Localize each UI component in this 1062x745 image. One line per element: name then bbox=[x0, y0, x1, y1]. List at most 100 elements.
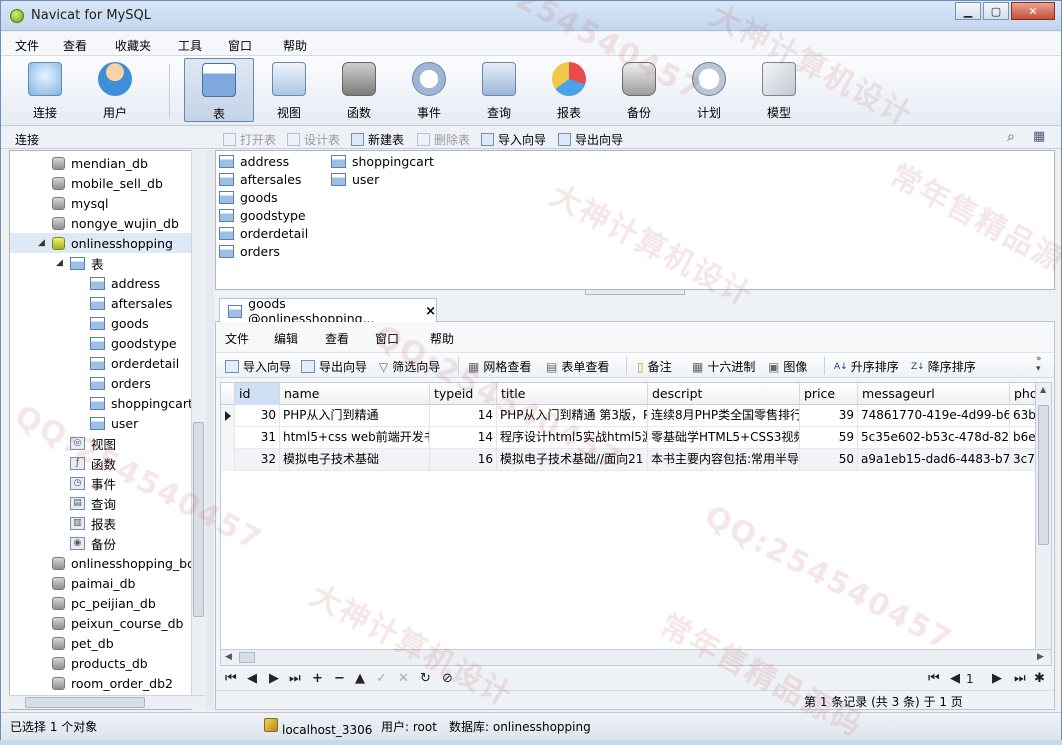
toolbar-report-button[interactable]: 报表 bbox=[534, 58, 604, 122]
previous-page-icon[interactable]: ◀ bbox=[950, 671, 960, 686]
tree-db-onlinesshopping-bo[interactable]: onlinesshopping_bo bbox=[52, 553, 195, 573]
object-table-aftersales[interactable]: aftersales bbox=[219, 172, 301, 187]
tree-reports-node[interactable]: ▥ 报表 bbox=[70, 513, 116, 533]
tree-backups-node[interactable]: ◉ 备份 bbox=[70, 533, 116, 553]
cell-id[interactable]: 30 bbox=[235, 405, 280, 427]
cell-name[interactable]: html5+css web前端开发书 bbox=[280, 427, 430, 449]
cell-name[interactable]: PHP从入门到精通 bbox=[280, 405, 430, 427]
object-table-user[interactable]: user bbox=[331, 172, 379, 187]
cell-price[interactable]: 50 bbox=[800, 449, 858, 471]
tree-horizontal-scrollbar[interactable] bbox=[9, 695, 205, 709]
inner-import-wizard-button[interactable]: 导入向导 bbox=[225, 358, 291, 375]
tree-db-products[interactable]: products_db bbox=[52, 653, 148, 673]
grid-view-icon[interactable]: ▦ bbox=[1033, 129, 1045, 144]
cell-messageurl[interactable]: 74861770-419e-4d99-b68 bbox=[858, 405, 1010, 427]
scroll-right-arrow-icon[interactable]: ▶ bbox=[1037, 652, 1044, 662]
cell-descript[interactable]: 零基础学HTML5+CSS3视频 bbox=[648, 427, 800, 449]
grid-horizontal-scrollbar[interactable]: ◀ ▶ bbox=[220, 650, 1052, 666]
table-row[interactable]: 31 html5+css web前端开发书 14 程序设计html5实战html… bbox=[221, 427, 1035, 449]
cell-title[interactable]: PHP从入门到精通 第3版，P bbox=[497, 405, 648, 427]
pane-splitter[interactable] bbox=[206, 150, 214, 710]
cell-pho[interactable]: 3c7c bbox=[1010, 449, 1035, 471]
filter-wizard-button[interactable]: ▽ 筛选向导 bbox=[379, 358, 440, 375]
import-wizard-button[interactable]: 导入向导 bbox=[481, 131, 546, 148]
cell-title[interactable]: 程序设计html5实战html5游 bbox=[497, 427, 648, 449]
table-row[interactable]: 30 PHP从入门到精通 14 PHP从入门到精通 第3版，P 连续8月PHP类… bbox=[221, 405, 1035, 427]
tree-db-pc-peijian[interactable]: pc_peijian_db bbox=[52, 593, 156, 613]
splitter-grip[interactable] bbox=[585, 290, 685, 295]
tab-goods[interactable]: goods @onlinesshopping... × bbox=[219, 296, 437, 326]
menu-window[interactable]: 窗口 bbox=[228, 37, 252, 54]
menu-view[interactable]: 查看 bbox=[63, 37, 87, 54]
stop-icon[interactable]: ⊘ bbox=[442, 671, 453, 686]
first-page-icon[interactable]: ⏮ bbox=[928, 671, 940, 686]
column-header-descript[interactable]: descript bbox=[648, 383, 800, 405]
previous-record-icon[interactable]: ◀ bbox=[247, 671, 257, 686]
scroll-left-arrow-icon[interactable]: ◀ bbox=[225, 652, 232, 662]
image-button[interactable]: ▣ 图像 bbox=[768, 358, 807, 375]
collapse-triangle-icon[interactable]: ◢ bbox=[38, 238, 48, 248]
move-up-icon[interactable]: ▲ bbox=[355, 671, 365, 686]
delete-table-button[interactable]: 删除表 bbox=[417, 131, 470, 148]
add-record-icon[interactable]: + bbox=[312, 671, 323, 686]
hex-button[interactable]: ▦ 十六进制 bbox=[692, 358, 755, 375]
sort-ascending-button[interactable]: A↓ 升序排序 bbox=[834, 358, 899, 375]
toolbar-function-button[interactable]: 函数 bbox=[324, 58, 394, 122]
tree-db-nongye-wujin[interactable]: nongye_wujin_db bbox=[52, 213, 179, 233]
cell-id[interactable]: 32 bbox=[235, 449, 280, 471]
search-icon[interactable]: ⌕ bbox=[1007, 129, 1015, 145]
cell-descript[interactable]: 本书主要内容包括:常用半导 bbox=[648, 449, 800, 471]
scrollbar-thumb[interactable] bbox=[193, 422, 204, 617]
page-settings-icon[interactable]: ✱ bbox=[1034, 671, 1045, 686]
toolbar-table-button[interactable]: 表 bbox=[184, 58, 254, 122]
tree-db-room-order2[interactable]: room_order_db2 bbox=[52, 673, 173, 693]
apply-changes-icon[interactable]: ✓ bbox=[376, 671, 387, 686]
column-header-pho[interactable]: pho bbox=[1010, 383, 1035, 405]
cell-descript[interactable]: 连续8月PHP类全国零售排行 bbox=[648, 405, 800, 427]
object-table-address[interactable]: address bbox=[219, 154, 289, 169]
menu-tools[interactable]: 工具 bbox=[178, 37, 202, 54]
toolbar-view-button[interactable]: 视图 bbox=[254, 58, 324, 122]
cell-typeid[interactable]: 14 bbox=[430, 427, 497, 449]
column-header-price[interactable]: price bbox=[800, 383, 858, 405]
toolbar-schedule-button[interactable]: 计划 bbox=[674, 58, 744, 122]
tree-tables-node[interactable]: ◢ 表 bbox=[56, 253, 104, 273]
column-header-typeid[interactable]: typeid bbox=[430, 383, 497, 405]
tree-db-pet[interactable]: pet_db bbox=[52, 633, 114, 653]
new-table-button[interactable]: 新建表 bbox=[351, 131, 404, 148]
inner-menu-file[interactable]: 文件 bbox=[225, 330, 249, 347]
page-number[interactable]: 1 bbox=[966, 672, 974, 686]
column-header-title[interactable]: title bbox=[497, 383, 648, 405]
inner-menu-view[interactable]: 查看 bbox=[325, 330, 349, 347]
tree-table-goods[interactable]: goods bbox=[90, 313, 149, 333]
toolbar-connection-button[interactable]: 连接 bbox=[10, 58, 80, 122]
tree-functions-node[interactable]: ƒ 函数 bbox=[70, 453, 116, 473]
tree-db-paimai[interactable]: paimai_db bbox=[52, 573, 136, 593]
cancel-changes-icon[interactable]: ✕ bbox=[398, 671, 409, 686]
close-button[interactable]: ✕ bbox=[1011, 2, 1055, 20]
cell-title[interactable]: 模拟电子技术基础//面向21 bbox=[497, 449, 648, 471]
table-row[interactable]: 32 模拟电子技术基础 16 模拟电子技术基础//面向21 本书主要内容包括:常… bbox=[221, 449, 1035, 471]
toolbar-query-button[interactable]: 查询 bbox=[464, 58, 534, 122]
last-record-icon[interactable]: ⏭ bbox=[289, 671, 301, 686]
menu-file[interactable]: 文件 bbox=[15, 37, 39, 54]
toolbar-event-button[interactable]: 事件 bbox=[394, 58, 464, 122]
tree-vertical-scrollbar[interactable] bbox=[191, 150, 205, 710]
inner-menu-edit[interactable]: 编辑 bbox=[274, 330, 298, 347]
cell-pho[interactable]: b6e bbox=[1010, 427, 1035, 449]
tree-table-shoppingcart[interactable]: shoppingcart bbox=[90, 393, 193, 413]
toolbar-model-button[interactable]: 模型 bbox=[744, 58, 814, 122]
object-table-shoppingcart[interactable]: shoppingcart bbox=[331, 154, 434, 169]
cell-price[interactable]: 39 bbox=[800, 405, 858, 427]
cell-messageurl[interactable]: a9a1eb15-dad6-4483-b7 bbox=[858, 449, 1010, 471]
tree-table-orders[interactable]: orders bbox=[90, 373, 151, 393]
cell-price[interactable]: 59 bbox=[800, 427, 858, 449]
tree-db-onlinesshopping[interactable]: ◢ onlinesshopping bbox=[10, 233, 192, 253]
object-table-goods[interactable]: goods bbox=[219, 190, 278, 205]
next-record-icon[interactable]: ▶ bbox=[269, 671, 279, 686]
delete-record-icon[interactable]: − bbox=[334, 671, 345, 686]
column-header-name[interactable]: name bbox=[280, 383, 430, 405]
collapse-triangle-icon[interactable]: ◢ bbox=[56, 258, 66, 268]
scrollbar-thumb[interactable] bbox=[1038, 405, 1049, 545]
toolbar-overflow-chevron-icon[interactable]: » ▾ bbox=[1036, 354, 1042, 374]
